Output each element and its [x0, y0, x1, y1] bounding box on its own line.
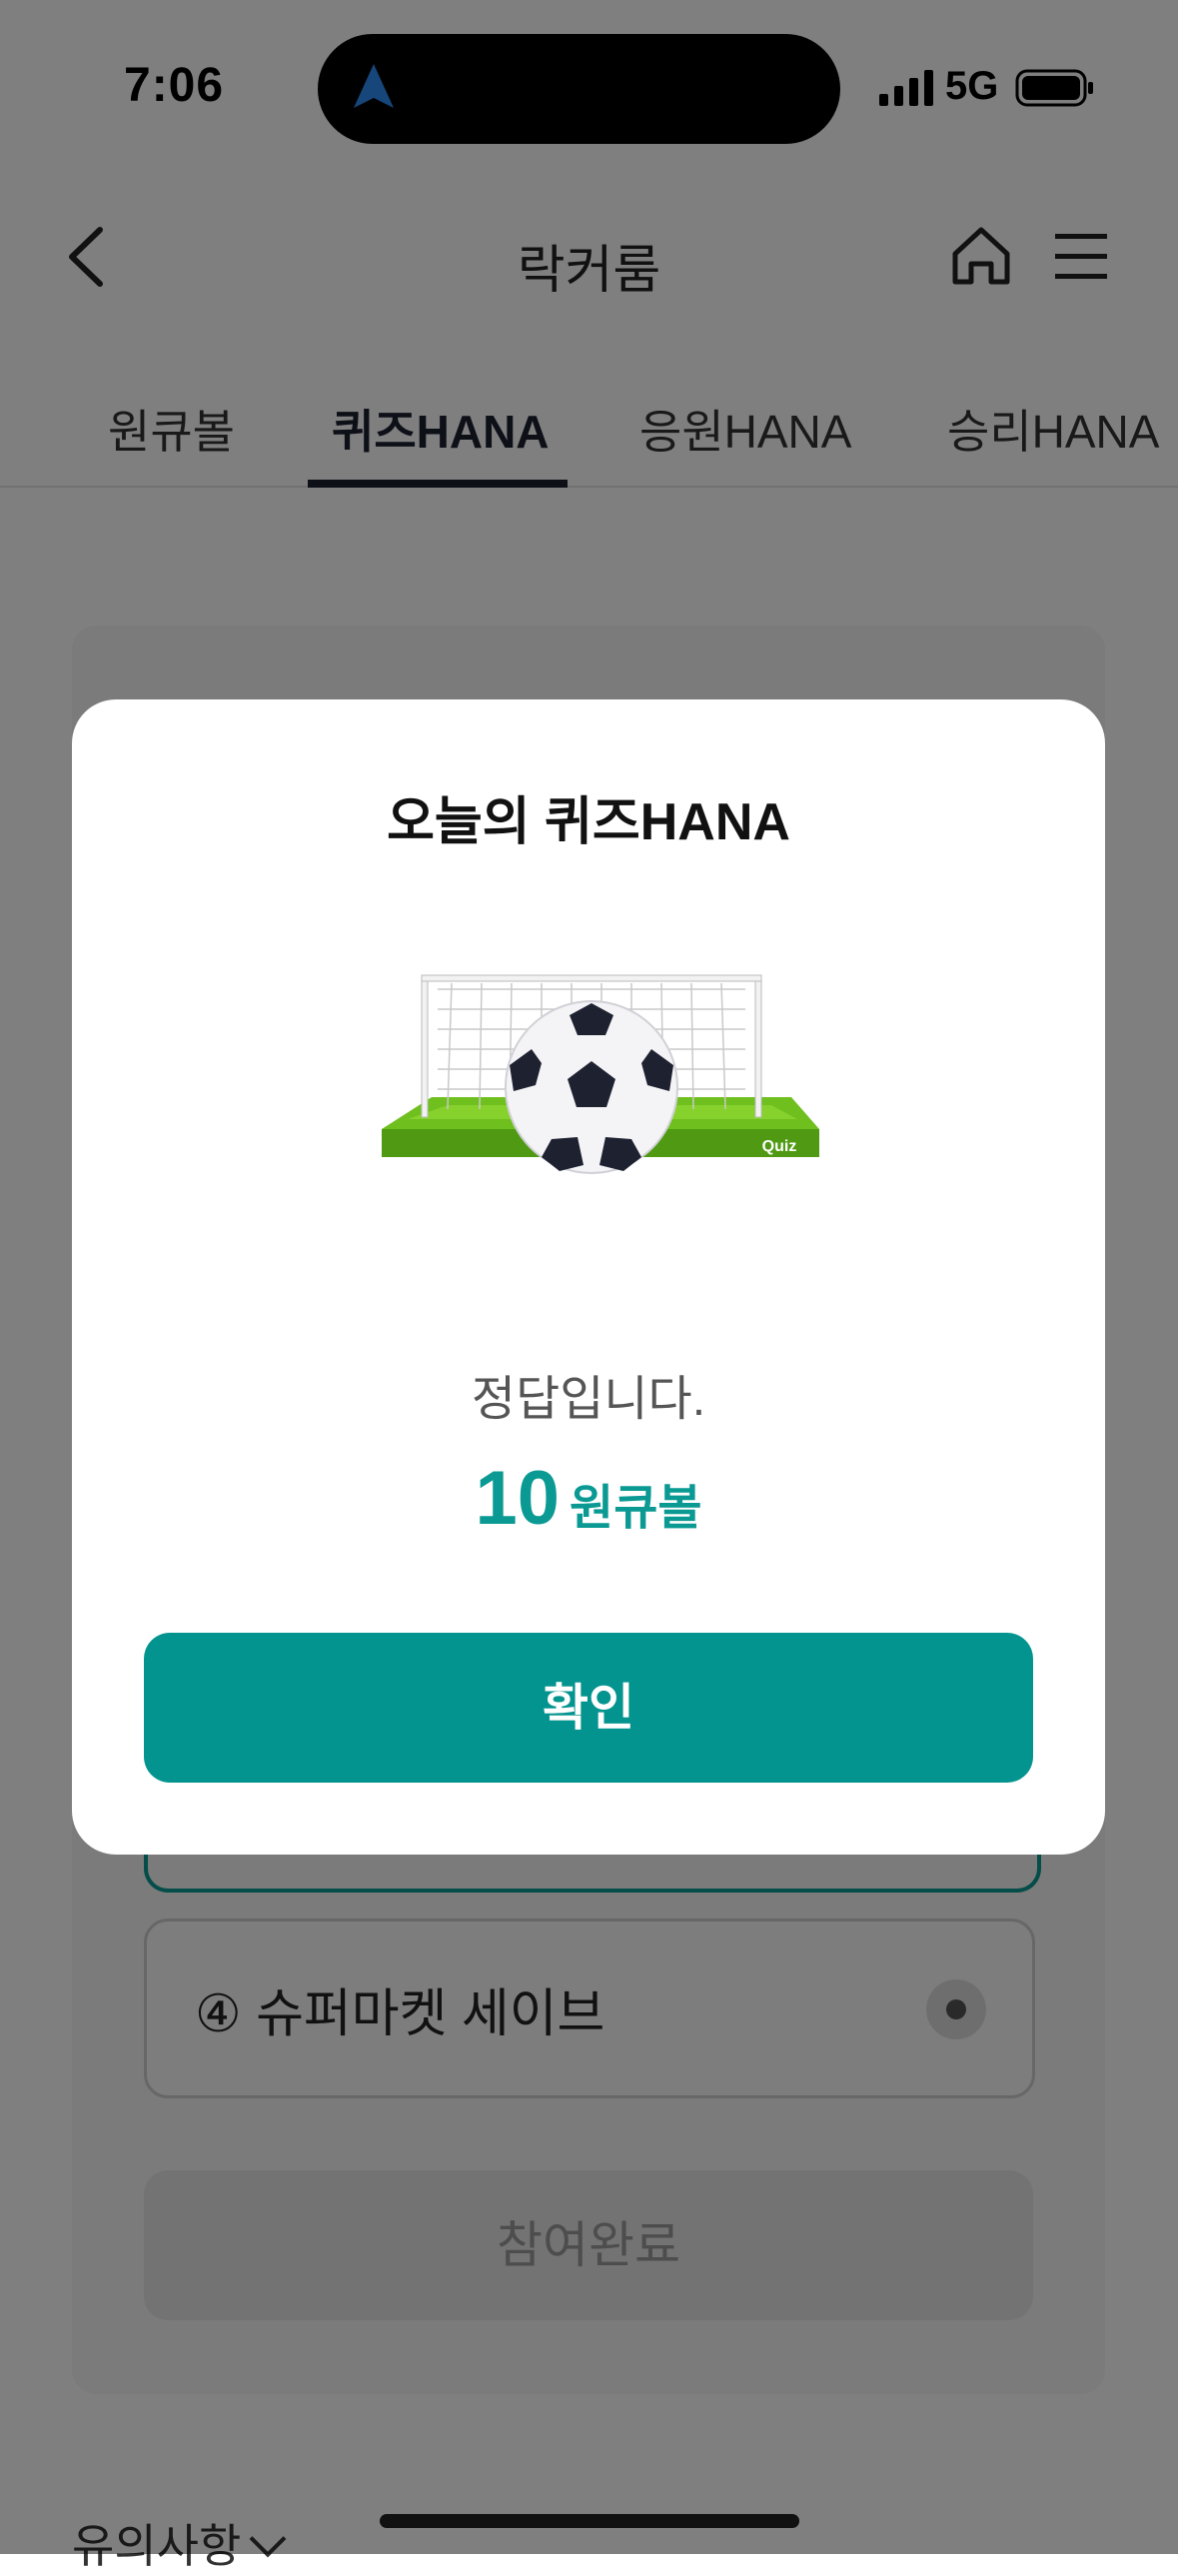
home-indicator[interactable] — [380, 2514, 799, 2528]
reward-number: 10 — [475, 1456, 561, 1541]
modal-title: 오늘의 퀴즈HANA — [387, 793, 790, 851]
reward-unit: 원큐볼 — [570, 1482, 702, 1535]
quiz-logo-text: Quiz — [762, 1138, 797, 1155]
reward-amount: 10 원큐볼 — [72, 1455, 1105, 1542]
confirm-button[interactable]: 확인 — [144, 1633, 1033, 1783]
result-message: 정답입니다. — [471, 1373, 706, 1426]
quiz-result-modal: 오늘의 퀴즈HANA Quiz 정답입니다. 10 원큐볼 확인 — [72, 699, 1105, 1855]
soccer-goal-ball-icon: Quiz — [382, 974, 819, 1174]
